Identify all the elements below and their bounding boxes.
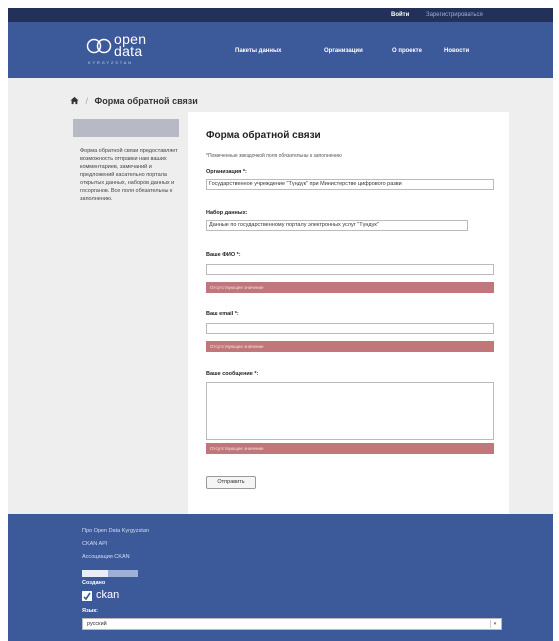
form-title: Форма обратной связи	[206, 130, 321, 141]
register-link[interactable]: Зарегистрироваться	[426, 12, 483, 18]
home-icon[interactable]	[70, 96, 79, 105]
name-input[interactable]	[206, 264, 494, 275]
nav-item-news[interactable]: Новости	[444, 48, 469, 54]
email-error: Отсутствующее значение	[206, 341, 494, 352]
logo-subtitle: KYRGYZSTAN	[88, 60, 133, 65]
message-label: Ваше сообщение *:	[206, 371, 259, 377]
language-select[interactable]: русский ▾	[82, 618, 502, 630]
ckan-logo-icon	[82, 591, 92, 601]
footer-link-api[interactable]: CKAN API	[82, 541, 107, 547]
dataset-label: Набор данных:	[206, 210, 248, 216]
nav-item-datasets[interactable]: Пакеты данных	[235, 48, 282, 54]
page: Войти Зарегистрироваться open data KYRGY…	[0, 0, 559, 641]
footer: Про Open Data Kyrgyzstan CKAN API Ассоци…	[8, 514, 553, 641]
chevron-down-icon: ▾	[490, 620, 499, 628]
account-strip: Войти Зарегистрироваться	[8, 8, 553, 22]
breadcrumb-separator: /	[85, 96, 89, 106]
name-error: Отсутствующее значение	[206, 282, 494, 293]
logo-word-data: data	[114, 43, 143, 59]
license-badge[interactable]	[82, 570, 138, 577]
language-select-value: русский	[87, 621, 107, 627]
open-data-logo-icon	[86, 38, 112, 54]
footer-link-association[interactable]: Ассоциация CKAN	[82, 554, 130, 560]
login-link[interactable]: Войти	[391, 12, 409, 18]
sidebar-header-bar	[73, 119, 179, 137]
email-label: Ваш email *:	[206, 311, 239, 317]
footer-link-about[interactable]: Про Open Data Kyrgyzstan	[82, 528, 149, 534]
breadcrumb-current[interactable]: Форма обратной связи	[95, 96, 198, 106]
feedback-form-panel: Форма обратной связи *Помеченные звездоч…	[188, 112, 509, 514]
required-note: *Помеченные звездочкой поля обязательны …	[206, 153, 342, 159]
ckan-wordmark: ckan	[96, 589, 120, 601]
sidebar-description: Форма обратной связи предоставляет возмо…	[80, 148, 178, 202]
nav-item-about[interactable]: О проекте	[392, 48, 422, 54]
breadcrumb: / Форма обратной связи	[70, 96, 198, 106]
organization-field[interactable]: Государственное учреждение "Түндүк" при …	[206, 179, 494, 190]
name-label: Ваше ФИО *:	[206, 252, 241, 258]
masthead: open data KYRGYZSTAN Пакеты данных Орган…	[8, 22, 553, 78]
message-textarea[interactable]	[206, 382, 494, 440]
email-input[interactable]	[206, 323, 494, 334]
message-error: Отсутствующее значение	[206, 443, 494, 454]
submit-button[interactable]: Отправить	[206, 476, 256, 489]
organization-label: Организация *:	[206, 169, 247, 175]
nav-item-organizations[interactable]: Организации	[324, 48, 363, 54]
created-by-label: Создано	[82, 580, 106, 586]
language-label: Язык:	[82, 608, 98, 614]
dataset-field[interactable]: Данные по государственному порталу элект…	[206, 220, 468, 231]
